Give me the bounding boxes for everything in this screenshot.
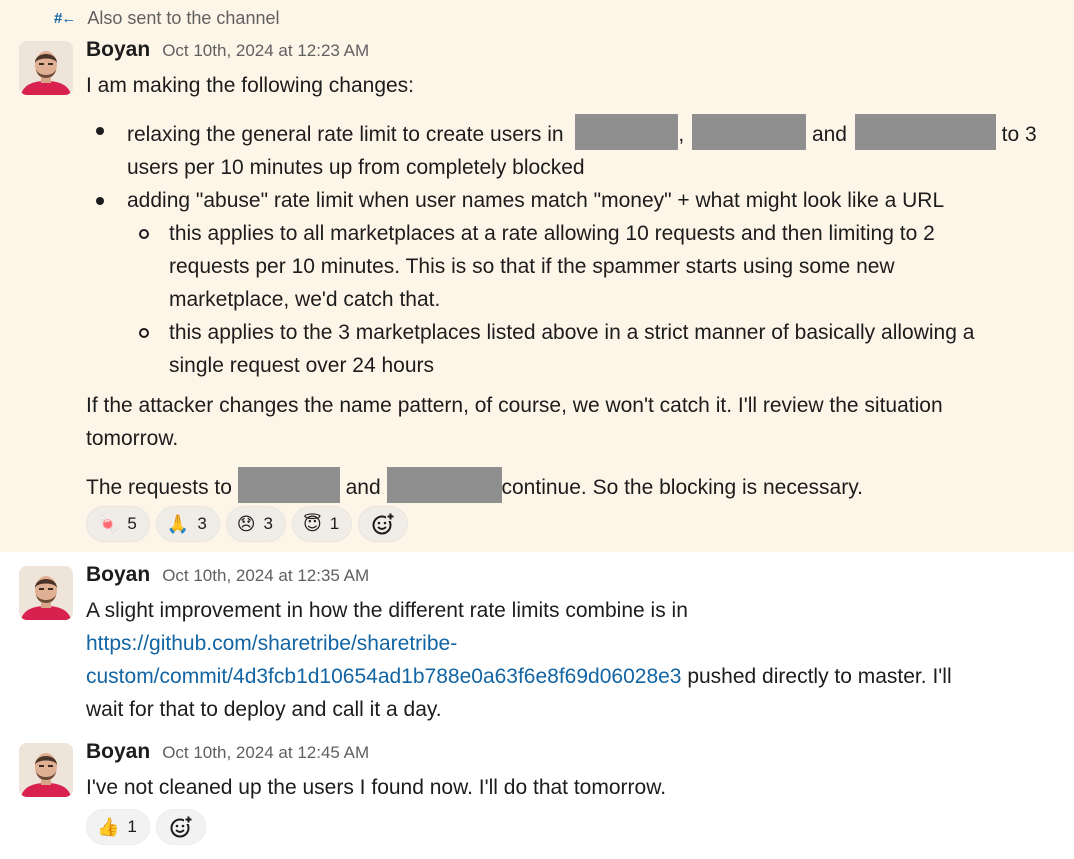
sub-list-item: this applies to the 3 marketplaces liste… — [86, 316, 1066, 382]
list-item-text: adding "abuse" rate limit when user name… — [127, 189, 945, 212]
message-header: Boyan Oct 10th, 2024 at 12:45 AM — [86, 740, 369, 764]
sub-bullet-ring — [139, 328, 149, 338]
add-reaction-button[interactable] — [358, 506, 409, 542]
paragraph-text: continue. So the blocking is necessary. — [501, 476, 863, 499]
reaction-folded-hands[interactable]: 🙏 3 — [155, 506, 220, 542]
also-sent-to-channel-banner[interactable]: #← Also sent to the channel — [54, 8, 279, 29]
paragraph-line: If the attacker changes the name pattern… — [86, 394, 943, 417]
list-item: adding "abuse" rate limit when user name… — [86, 184, 1066, 217]
avatar-image — [19, 566, 73, 620]
candy-emoji: 🍬 — [97, 514, 120, 534]
hash-arrow-icon: #← — [54, 10, 76, 27]
message-body: A slight improvement in how the differen… — [86, 594, 952, 726]
thumbs-up-emoji: 👍 — [97, 817, 120, 837]
author-name[interactable]: Boyan — [86, 38, 150, 62]
reactions-bar: 🍬 5 🙏 3 😞 3 😇 1 — [86, 506, 409, 542]
add-reaction-icon — [170, 815, 193, 838]
avatar-image — [19, 41, 73, 95]
avatar[interactable] — [19, 41, 73, 95]
timestamp[interactable]: Oct 10th, 2024 at 12:45 AM — [162, 743, 369, 763]
list-item-text: and — [811, 123, 847, 146]
sub-list-item-text: marketplace, we'd catch that. — [169, 288, 441, 311]
reaction-count: 3 — [263, 514, 274, 533]
commit-link[interactable]: custom/commit/4d3fcb1d10654ad1b788e0a63f… — [86, 665, 681, 688]
sub-list-item: this applies to all marketplaces at a ra… — [86, 217, 1066, 316]
paragraph-text: and — [345, 476, 381, 499]
redacted-block — [575, 114, 679, 150]
redacted-block — [854, 114, 996, 150]
also-sent-label: Also sent to the channel — [87, 8, 280, 28]
commit-link[interactable]: https://github.com/sharetribe/sharetribe… — [86, 632, 457, 655]
add-reaction-button[interactable] — [155, 809, 206, 845]
message-text: A slight improvement in how the differen… — [86, 599, 688, 622]
list-item-text: , — [678, 123, 685, 146]
avatar[interactable] — [19, 566, 73, 620]
message-intro: I am making the following changes: — [86, 74, 415, 97]
reaction-halo[interactable]: 😇 1 — [292, 506, 353, 542]
message-paragraph: The requests to and continue. So the blo… — [86, 467, 863, 504]
message-text: wait for that to deploy and call it a da… — [86, 698, 442, 721]
author-name[interactable]: Boyan — [86, 740, 150, 764]
timestamp[interactable]: Oct 10th, 2024 at 12:23 AM — [162, 41, 369, 61]
bullet-dot — [96, 197, 104, 205]
paragraph-line: tomorrow. — [86, 427, 179, 450]
avatar[interactable] — [19, 743, 73, 797]
reaction-count: 5 — [127, 514, 137, 533]
message-body: I've not cleaned up the users I found no… — [86, 776, 667, 799]
author-name[interactable]: Boyan — [86, 563, 150, 587]
reaction-count: 1 — [329, 514, 340, 533]
sub-list-item-text: this applies to the 3 marketplaces liste… — [169, 321, 975, 344]
add-reaction-icon — [372, 512, 396, 535]
folded-hands-emoji: 🙏 — [166, 514, 190, 534]
avatar-image — [19, 743, 73, 797]
sub-list-item-text: requests per 10 minutes. This is so that… — [169, 255, 895, 278]
reaction-disappointed[interactable]: 😞 3 — [225, 506, 287, 542]
message-header: Boyan Oct 10th, 2024 at 12:23 AM — [86, 38, 369, 62]
redacted-block — [237, 467, 340, 503]
sub-list-item-text: single request over 24 hours — [169, 354, 434, 377]
sub-bullet-ring — [139, 229, 149, 239]
redacted-block — [386, 467, 502, 503]
list-item-text: relaxing the general rate limit to creat… — [127, 123, 564, 146]
message-text: pushed directly to master. I'll — [681, 665, 952, 688]
list-item-text: users per 10 minutes up from completely … — [127, 156, 585, 179]
bullet-dot — [96, 127, 104, 135]
paragraph-text: The requests to — [86, 476, 232, 499]
reaction-count: 1 — [127, 817, 137, 836]
halo-face-emoji: 😇 — [303, 514, 322, 534]
list-item-text: to 3 — [1001, 123, 1037, 146]
sub-list-item-text: this applies to all marketplaces at a ra… — [169, 222, 935, 245]
list-item: relaxing the general rate limit to creat… — [86, 114, 1066, 184]
reaction-candy[interactable]: 🍬 5 — [86, 506, 150, 542]
redacted-block — [692, 114, 807, 150]
bullet-list: relaxing the general rate limit to creat… — [86, 114, 1066, 382]
reaction-count: 3 — [197, 514, 207, 533]
message-paragraph: If the attacker changes the name pattern… — [86, 389, 943, 455]
disappointed-face-emoji: 😞 — [236, 514, 256, 534]
timestamp[interactable]: Oct 10th, 2024 at 12:35 AM — [162, 566, 369, 586]
reaction-thumbs-up[interactable]: 👍 1 — [86, 809, 150, 845]
reactions-bar: 👍 1 — [86, 809, 206, 845]
message-header: Boyan Oct 10th, 2024 at 12:35 AM — [86, 563, 369, 587]
